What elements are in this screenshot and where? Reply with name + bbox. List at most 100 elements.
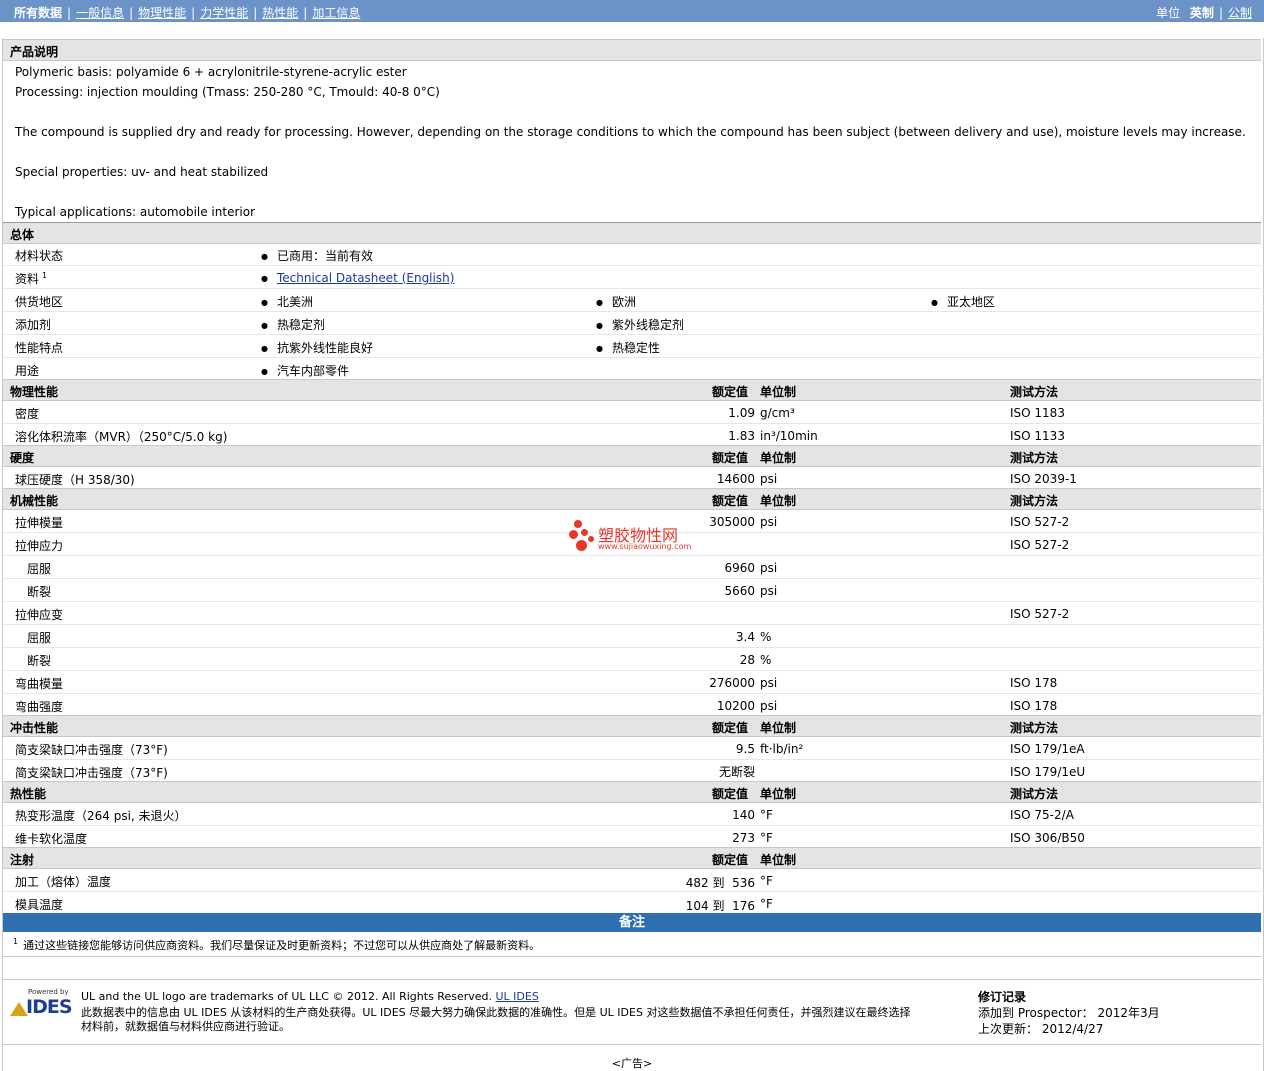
row-value: 305000 [709, 515, 755, 529]
bullet-item: 热稳定性 [596, 339, 660, 356]
section-title: 总体 [10, 228, 35, 242]
table-row: 弯曲强度 10200 psi ISO 178 [3, 694, 1261, 717]
logo-powered-text: Powered by [28, 988, 69, 996]
row-method: ISO 179/1eU [1010, 765, 1086, 779]
section-title: 热性能 [10, 787, 47, 801]
row-method: ISO 527-2 [1010, 515, 1070, 529]
row-value: 3.4 [735, 630, 755, 644]
bullet-item: Technical Datasheet (English) [261, 271, 454, 285]
row-method: ISO 178 [1010, 676, 1058, 690]
row-label: 添加剂 [15, 318, 52, 332]
row-unit: psi [760, 699, 778, 713]
section-title: 物理性能 [10, 385, 59, 399]
desc-line: Special properties: uv- and heat stabili… [15, 165, 269, 179]
row-unit: psi [760, 472, 778, 486]
tab-thermal[interactable]: 热性能 [262, 6, 298, 20]
section-product: 产品说明 [3, 39, 1261, 61]
row-value: 276000 [709, 676, 755, 690]
bullet-item: 汽车内部零件 [261, 362, 349, 379]
row-method: ISO 1183 [1010, 406, 1065, 420]
row-label: 供货地区 [15, 295, 64, 309]
watermark-logo: 塑胶物性网 www.sujiaowuxing.com [566, 518, 706, 554]
desc-line: Typical applications: automobile interio… [15, 205, 256, 219]
col-nominal: 额定值 [712, 787, 749, 801]
col-method: 测试方法 [1010, 451, 1059, 465]
tab-general-info[interactable]: 一般信息 [76, 6, 124, 20]
table-row: 球压硬度（H 358/30) 14600 psi ISO 2039-1 [3, 467, 1261, 490]
desc-line: The compound is supplied dry and ready f… [15, 125, 1246, 139]
table-row: 屈服 3.4% [3, 625, 1261, 648]
row-label: 断裂 [27, 654, 52, 668]
notes-header: 备注 [3, 913, 1261, 932]
bullet-item: 抗紫外线性能良好 [261, 339, 373, 356]
bullet-item: 北美洲 [261, 293, 313, 310]
row-unit: ft·lb/in² [760, 742, 804, 756]
section-injection: 注射 额定值 单位制 [3, 847, 1261, 869]
row-unit: psi [760, 561, 778, 575]
row-label: 加工（熔体）温度 [15, 875, 112, 889]
table-row: 添加剂 热稳定剂 紫外线稳定剂 [3, 312, 1261, 335]
row-label: 屈服 [27, 631, 52, 645]
col-method: 测试方法 [1010, 721, 1059, 735]
section-thermal: 热性能 额定值 单位制 测试方法 [3, 781, 1261, 803]
row-unit: % [760, 653, 772, 667]
col-nominal: 额定值 [712, 494, 749, 508]
table-row: 模具温度 104 到 176 °F [3, 892, 1261, 915]
section-title: 注射 [10, 853, 35, 867]
tab-mechanical[interactable]: 力学性能 [200, 6, 248, 20]
tab-all-data[interactable]: 所有数据 [14, 6, 62, 20]
row-unit: psi [760, 584, 778, 598]
bullet-item: 热稳定剂 [261, 316, 325, 333]
row-value: 5660 [724, 584, 755, 598]
row-label: 资料 1 [15, 271, 48, 286]
row-value: 14600 [716, 472, 755, 486]
table-row: 维卡软化温度 273 °F ISO 306/B50 [3, 826, 1261, 849]
section-title: 硬度 [10, 451, 35, 465]
row-value: 482 到 536 [685, 876, 755, 890]
row-value: 10200 [716, 699, 755, 713]
col-nominal: 额定值 [712, 385, 749, 399]
row-label: 拉伸应变 [15, 608, 64, 622]
tab-physical[interactable]: 物理性能 [138, 6, 186, 20]
table-row: 加工（熔体）温度 482 到 536 °F [3, 869, 1261, 892]
col-nominal: 额定值 [712, 853, 749, 867]
row-label: 溶化体积流率（MVR）（250°C/5.0 kg) [15, 430, 228, 444]
table-row: 简支梁缺口冲击强度（73°F) 9.5 ft·lb/in² ISO 179/1eA [3, 737, 1261, 760]
unit-switch: 单位 英制 | 公制 [1156, 6, 1252, 20]
table-row: 热变形温度（264 psi, 未退火） 140 °F ISO 75-2/A [3, 803, 1261, 826]
unit-metric-link[interactable]: 公制 [1228, 6, 1252, 20]
divider [3, 956, 1261, 957]
row-method: ISO 1133 [1010, 429, 1065, 443]
bullet-item: 已商用：当前有效 [261, 247, 373, 264]
table-row: 性能特点 抗紫外线性能良好 热稳定性 [3, 335, 1261, 358]
footer-line: 材料前，就数据值与材料供应商进行验证。 [81, 1020, 290, 1033]
section-impact: 冲击性能 额定值 单位制 测试方法 [3, 715, 1261, 737]
ul-ides-link[interactable]: UL IDES [496, 990, 539, 1003]
tab-processing[interactable]: 加工信息 [312, 6, 360, 20]
table-row: 材料状态 已商用：当前有效 [3, 243, 1261, 266]
table-row: 供货地区 北美洲 欧洲 亚太地区 [3, 289, 1261, 312]
revision-title: 修订记录 [978, 990, 1027, 1004]
section-title: 冲击性能 [10, 721, 59, 735]
row-method: ISO 75-2/A [1010, 808, 1074, 822]
ad-label: <广告> [611, 1057, 653, 1070]
row-unit: °F [760, 874, 773, 888]
row-method: ISO 178 [1010, 699, 1058, 713]
col-unit: 单位制 [760, 853, 797, 867]
unit-english[interactable]: 英制 [1190, 6, 1214, 20]
col-unit: 单位制 [760, 721, 797, 735]
technical-datasheet-link[interactable]: Technical Datasheet (English) [277, 271, 454, 285]
col-nominal: 额定值 [712, 451, 749, 465]
row-label: 维卡软化温度 [15, 832, 88, 846]
logo-name: IDES [26, 996, 73, 1018]
desc-line: Processing: injection moulding (Tmass: 2… [15, 85, 440, 99]
row-label: 简支梁缺口冲击强度（73°F) [15, 766, 168, 780]
row-label: 密度 [15, 407, 40, 421]
row-label: 拉伸模量 [15, 516, 64, 530]
col-method: 测试方法 [1010, 494, 1059, 508]
col-unit: 单位制 [760, 451, 797, 465]
row-label: 材料状态 [15, 249, 64, 263]
row-value: 1.09 [728, 406, 755, 420]
bullet-item: 亚太地区 [931, 293, 995, 310]
row-label: 弯曲强度 [15, 700, 64, 714]
